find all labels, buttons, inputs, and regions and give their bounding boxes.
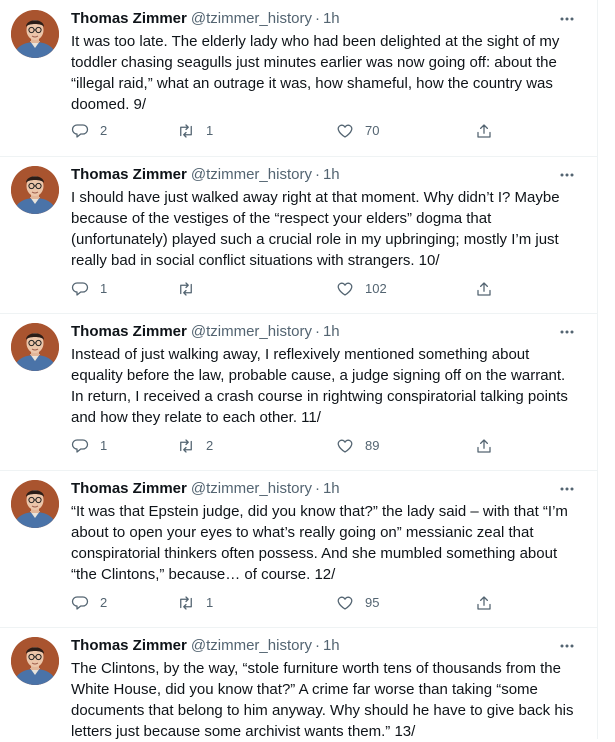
- avatar[interactable]: [11, 480, 59, 528]
- more-options-icon[interactable]: [557, 322, 577, 342]
- retweet-icon: [180, 124, 192, 138]
- author-name[interactable]: Thomas Zimmer: [71, 323, 187, 340]
- avatar[interactable]: [11, 637, 59, 685]
- tweet-header: Thomas Zimmer @tzimmer_history · 1h: [71, 636, 577, 656]
- reply-button[interactable]: 2: [71, 121, 107, 141]
- like-button[interactable]: 102: [336, 279, 387, 299]
- like-icon: [337, 124, 353, 138]
- author-name[interactable]: Thomas Zimmer: [71, 166, 187, 183]
- share-icon: [477, 439, 491, 453]
- author-name[interactable]: Thomas Zimmer: [71, 10, 187, 27]
- reply-button[interactable]: 1: [71, 436, 107, 456]
- author-handle[interactable]: @tzimmer_history: [191, 637, 312, 654]
- reply-count: 2: [100, 123, 108, 138]
- like-count: 102: [365, 281, 387, 296]
- timestamp[interactable]: 1h: [323, 480, 340, 497]
- reply-button[interactable]: 2: [71, 593, 107, 613]
- tweet-13[interactable]: Thomas Zimmer @tzimmer_history · 1h The Cli…: [0, 627, 597, 740]
- more-options-icon[interactable]: [557, 165, 577, 185]
- tweet-text: It was too late. The elderly lady who ha…: [71, 33, 560, 113]
- separator-dot: ·: [314, 323, 320, 340]
- reply-icon: [71, 282, 89, 296]
- tweet-header: Thomas Zimmer @tzimmer_history · 1h: [71, 165, 577, 185]
- tweet-header: Thomas Zimmer @tzimmer_history · 1h: [71, 9, 577, 29]
- author-name[interactable]: Thomas Zimmer: [71, 637, 187, 654]
- reply-button[interactable]: 1: [71, 279, 107, 299]
- avatar[interactable]: [11, 166, 59, 214]
- share-icon: [477, 124, 491, 138]
- separator-dot: ·: [314, 166, 320, 183]
- retweet-icon: [180, 282, 192, 296]
- retweet-count: 1: [206, 123, 214, 138]
- tweet-actions: 2 1 95: [71, 593, 511, 613]
- author-handle[interactable]: @tzimmer_history: [191, 10, 312, 27]
- retweet-count: 1: [206, 595, 214, 610]
- retweet-count: 2: [206, 438, 214, 453]
- tweet-actions: 1 2 89: [71, 436, 511, 456]
- more-options-icon[interactable]: [557, 479, 577, 499]
- reply-icon: [71, 596, 89, 610]
- like-count: 89: [365, 438, 380, 453]
- tweet-header: Thomas Zimmer @tzimmer_history · 1h: [71, 479, 577, 499]
- reply-icon: [71, 439, 89, 453]
- tweet-11[interactable]: Thomas Zimmer @tzimmer_history · 1h Instead…: [0, 313, 597, 471]
- avatar[interactable]: [11, 10, 59, 58]
- more-options-icon[interactable]: [557, 9, 577, 29]
- like-icon: [337, 596, 353, 610]
- tweet-actions: 2 1 70: [71, 121, 511, 141]
- avatar[interactable]: [11, 323, 59, 371]
- like-icon: [337, 282, 353, 296]
- like-count: 95: [365, 595, 380, 610]
- tweet-text: I should have just walked away right at …: [71, 189, 560, 269]
- reply-count: 2: [100, 595, 108, 610]
- reply-icon: [71, 124, 89, 138]
- like-button[interactable]: 70: [336, 121, 379, 141]
- tweet-text: The Clintons, by the way, “stole furnitu…: [71, 660, 574, 740]
- like-count: 70: [365, 123, 380, 138]
- tweet-text: “It was that Epstein judge, did you know…: [71, 503, 568, 583]
- share-button[interactable]: [475, 436, 493, 456]
- share-button[interactable]: [475, 593, 493, 613]
- tweet-actions: 1 102: [71, 279, 511, 299]
- separator-dot: ·: [314, 637, 320, 654]
- like-icon: [337, 439, 353, 453]
- timestamp[interactable]: 1h: [323, 10, 340, 27]
- retweet-button[interactable]: 1: [177, 121, 213, 141]
- timestamp[interactable]: 1h: [323, 637, 340, 654]
- retweet-button[interactable]: 2: [177, 436, 213, 456]
- retweet-button[interactable]: [177, 279, 206, 299]
- author-name[interactable]: Thomas Zimmer: [71, 480, 187, 497]
- separator-dot: ·: [314, 10, 320, 27]
- tweet-10[interactable]: Thomas Zimmer @tzimmer_history · 1h I shoul…: [0, 156, 597, 314]
- timestamp[interactable]: 1h: [323, 166, 340, 183]
- share-button[interactable]: [475, 121, 493, 141]
- like-button[interactable]: 89: [336, 436, 379, 456]
- tweet-text: Instead of just walking away, I reflexiv…: [71, 346, 568, 426]
- retweet-icon: [180, 439, 192, 453]
- separator-dot: ·: [314, 480, 320, 497]
- author-handle[interactable]: @tzimmer_history: [191, 480, 312, 497]
- author-handle[interactable]: @tzimmer_history: [191, 166, 312, 183]
- timestamp[interactable]: 1h: [323, 323, 340, 340]
- retweet-button[interactable]: 1: [177, 593, 213, 613]
- tweet-12[interactable]: Thomas Zimmer @tzimmer_history · 1h “It was…: [0, 470, 597, 628]
- like-button[interactable]: 95: [336, 593, 379, 613]
- more-options-icon[interactable]: [557, 636, 577, 656]
- reply-count: 1: [100, 438, 108, 453]
- reply-count: 1: [100, 281, 108, 296]
- retweet-icon: [180, 596, 192, 610]
- share-icon: [477, 282, 491, 296]
- tweet-9[interactable]: Thomas Zimmer @tzimmer_history · 1h It was …: [0, 0, 597, 157]
- author-handle[interactable]: @tzimmer_history: [191, 323, 312, 340]
- timeline: Thomas Zimmer @tzimmer_history · 1h It was …: [0, 0, 598, 740]
- tweet-header: Thomas Zimmer @tzimmer_history · 1h: [71, 322, 577, 342]
- share-icon: [477, 596, 491, 610]
- share-button[interactable]: [475, 279, 493, 299]
